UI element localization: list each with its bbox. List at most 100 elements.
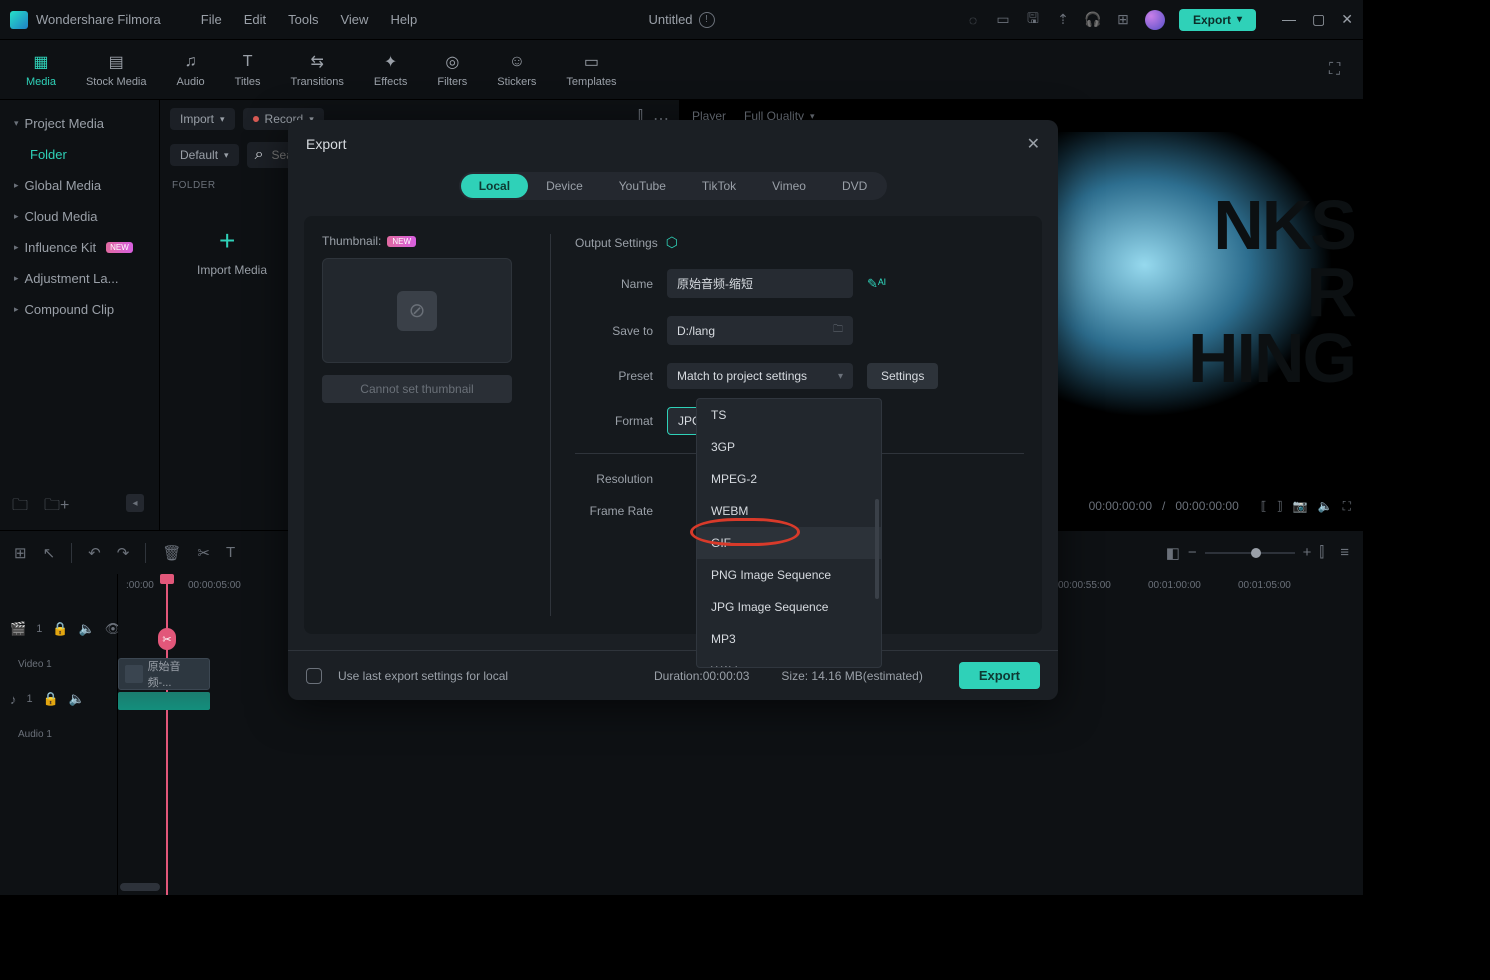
use-last-settings-checkbox[interactable] xyxy=(306,668,322,684)
sidebar-item-folder[interactable]: Folder xyxy=(4,139,155,170)
format-option-wav[interactable]: WAV xyxy=(697,655,881,668)
monitor-icon[interactable]: ▭ xyxy=(995,12,1011,28)
stock-media-icon: ▤ xyxy=(106,52,126,72)
user-avatar[interactable] xyxy=(1145,10,1165,30)
undo-icon[interactable]: ↶ xyxy=(88,544,101,562)
menu-file[interactable]: File xyxy=(201,12,222,27)
project-folder-icon[interactable]: 🗀 xyxy=(12,494,28,521)
track-audio-1[interactable]: ♪1 🔒 🔈 xyxy=(0,674,117,724)
name-input[interactable]: 原始音频-缩短 xyxy=(667,269,853,298)
menu-help[interactable]: Help xyxy=(390,12,417,27)
zoom-out-icon[interactable]: − xyxy=(1188,544,1197,561)
headphones-icon[interactable]: 🎧 xyxy=(1085,12,1101,28)
window-maximize[interactable]: ▢ xyxy=(1312,11,1325,28)
sidebar-item-adjustment-layer[interactable]: ▸Adjustment La... xyxy=(4,263,155,294)
tab-effects[interactable]: ✦Effects xyxy=(364,48,417,92)
sidebar-item-compound-clip[interactable]: ▸Compound Clip xyxy=(4,294,155,325)
export-tab-vimeo[interactable]: Vimeo xyxy=(754,174,824,198)
new-badge: NEW xyxy=(387,236,416,247)
app-logo xyxy=(10,11,28,29)
mark-out-icon[interactable]: ⟧ xyxy=(1277,499,1283,513)
menu-tools[interactable]: Tools xyxy=(288,12,318,27)
playhead[interactable] xyxy=(166,574,168,895)
ai-rename-icon[interactable]: ✎ᴬᴵ xyxy=(867,276,886,292)
zoom-fit-icon[interactable]: ⫿ xyxy=(1319,544,1324,561)
sidebar-item-global-media[interactable]: ▸Global Media xyxy=(4,170,155,201)
format-option-mpeg2[interactable]: MPEG-2 xyxy=(697,463,881,495)
sort-dropdown[interactable]: Default▾ xyxy=(170,144,239,166)
timeline-settings-icon[interactable]: ≡ xyxy=(1340,544,1349,561)
dropdown-scrollbar[interactable] xyxy=(875,499,879,599)
zoom-in-icon[interactable]: + xyxy=(1303,544,1312,561)
format-option-3gp[interactable]: 3GP xyxy=(697,431,881,463)
new-folder-icon[interactable]: 🗀+ xyxy=(44,494,69,521)
format-option-gif[interactable]: GIF xyxy=(697,527,881,559)
mute-icon[interactable]: 🔈 xyxy=(69,691,85,707)
tab-filters[interactable]: ◎Filters xyxy=(427,48,477,92)
sidebar-item-project-media[interactable]: ▾Project Media xyxy=(4,108,155,139)
chevron-right-icon: ▸ xyxy=(14,180,19,191)
folder-icon[interactable]: 🗀 xyxy=(833,322,843,339)
lock-icon[interactable]: 🔒 xyxy=(43,691,59,707)
mute-icon[interactable]: 🔈 xyxy=(79,621,95,637)
snapshot-icon[interactable]: 📷 xyxy=(1293,499,1308,513)
import-dropdown[interactable]: Import▾ xyxy=(170,108,235,130)
settings-button[interactable]: Settings xyxy=(867,363,938,389)
preset-dropdown[interactable]: Match to project settings▾ xyxy=(667,363,853,389)
export-tab-local[interactable]: Local xyxy=(461,174,528,198)
export-tab-youtube[interactable]: YouTube xyxy=(601,174,684,198)
export-tab-dvd[interactable]: DVD xyxy=(824,174,885,198)
saveto-input[interactable]: D:/lang🗀 xyxy=(667,316,853,345)
tab-stickers[interactable]: ☺Stickers xyxy=(487,48,546,92)
close-icon[interactable]: ✕ xyxy=(1027,134,1040,154)
format-option-mp3[interactable]: MP3 xyxy=(697,623,881,655)
tab-stock-media[interactable]: ▤Stock Media xyxy=(76,48,157,92)
collapse-sidebar-icon[interactable]: ◂ xyxy=(126,494,144,512)
redo-icon[interactable]: ↷ xyxy=(117,544,130,562)
cloud-save-icon[interactable]: ◌ xyxy=(965,12,981,28)
tab-media[interactable]: ▦Media xyxy=(16,48,66,92)
delete-icon[interactable]: 🗑 xyxy=(162,544,181,562)
lock-icon[interactable]: 🔒 xyxy=(52,621,68,637)
panel-expand-icon[interactable]: ⛶ xyxy=(1329,61,1347,79)
cut-marker-icon[interactable]: ✂ xyxy=(158,628,176,650)
save-icon[interactable]: 🖫 xyxy=(1025,12,1041,28)
menu-view[interactable]: View xyxy=(340,12,368,27)
export-tab-device[interactable]: Device xyxy=(528,174,601,198)
tab-transitions[interactable]: ⇆Transitions xyxy=(281,48,354,92)
format-option-ts[interactable]: TS xyxy=(697,399,881,431)
mark-in-icon[interactable]: ⟦ xyxy=(1261,499,1267,513)
cursor-tool-icon[interactable]: ↖ xyxy=(43,544,56,562)
format-option-png-seq[interactable]: PNG Image Sequence xyxy=(697,559,881,591)
tab-templates[interactable]: ▭Templates xyxy=(556,48,626,92)
marker-icon[interactable]: ◧ xyxy=(1166,544,1180,562)
export-tab-tiktok[interactable]: TikTok xyxy=(684,174,754,198)
zoom-slider[interactable] xyxy=(1205,552,1295,554)
media-sidebar: ▾Project Media Folder ▸Global Media ▸Clo… xyxy=(0,100,160,530)
format-option-webm[interactable]: WEBM xyxy=(697,495,881,527)
export-confirm-button[interactable]: Export xyxy=(959,662,1040,689)
track-video-1[interactable]: 🎬1 🔒 🔈 👁 xyxy=(0,604,117,654)
import-media-card[interactable]: + Import Media xyxy=(172,197,292,307)
export-button[interactable]: Export ▾ xyxy=(1179,9,1256,31)
tab-titles[interactable]: TTitles xyxy=(225,48,271,92)
transitions-icon: ⇆ xyxy=(307,52,327,72)
split-icon[interactable]: ✂ xyxy=(197,544,210,562)
window-close[interactable]: ✕ xyxy=(1341,11,1353,28)
text-icon[interactable]: T xyxy=(226,544,235,561)
timeline-options-icon[interactable]: ⊞ xyxy=(14,544,27,562)
window-minimize[interactable]: — xyxy=(1282,11,1296,28)
volume-icon[interactable]: 🔈 xyxy=(1318,499,1333,513)
tab-audio[interactable]: ♫Audio xyxy=(167,48,215,92)
audio-clip[interactable] xyxy=(118,692,210,710)
menu-edit[interactable]: Edit xyxy=(244,12,266,27)
format-option-jpg-seq[interactable]: JPG Image Sequence xyxy=(697,591,881,623)
cloud-upload-icon[interactable]: ⇡ xyxy=(1055,12,1071,28)
apps-icon[interactable]: ⊞ xyxy=(1115,12,1131,28)
timeline-scrollbar[interactable] xyxy=(120,883,160,891)
sidebar-item-influence-kit[interactable]: ▸Influence KitNEW xyxy=(4,232,155,263)
fullscreen-icon[interactable]: ⛶ xyxy=(1343,499,1351,514)
video-clip[interactable]: 原始音频-... xyxy=(118,658,210,690)
sidebar-item-cloud-media[interactable]: ▸Cloud Media xyxy=(4,201,155,232)
chevron-down-icon: ▾ xyxy=(14,118,19,129)
